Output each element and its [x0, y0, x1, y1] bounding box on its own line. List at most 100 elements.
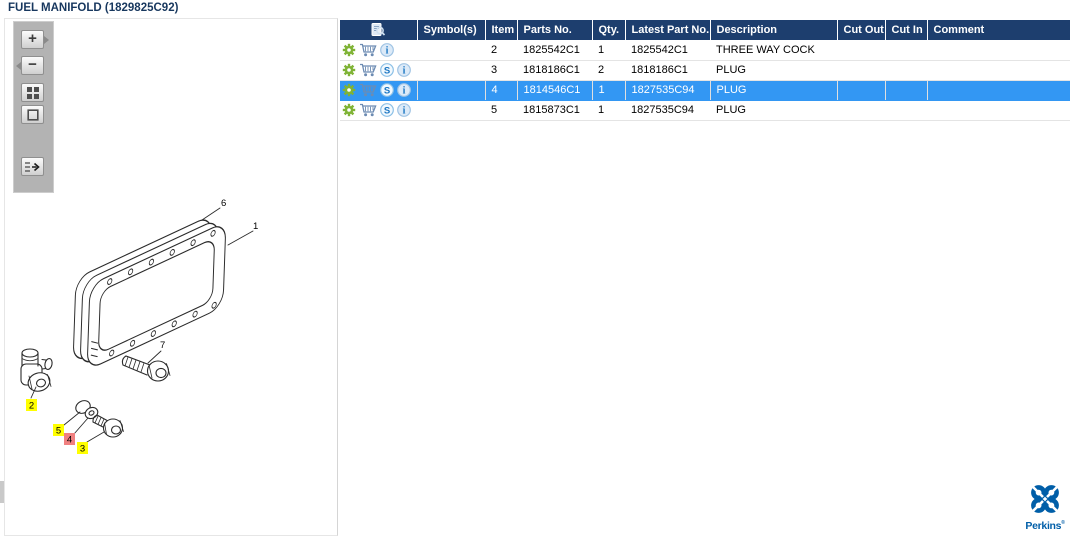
cell-item: 2	[485, 40, 517, 61]
tile-view-button[interactable]	[21, 83, 44, 102]
info-icon[interactable]	[397, 103, 411, 117]
cell-symbols	[417, 100, 485, 121]
info-icon[interactable]	[380, 43, 394, 57]
cell-qty: 2	[592, 60, 625, 81]
cell-parts-no: 1818186C1	[517, 60, 592, 81]
column-header-cut-in: Cut In	[885, 20, 928, 40]
row-actions	[340, 60, 417, 81]
cell-symbols	[417, 60, 485, 81]
callout-3[interactable]: 3	[77, 442, 88, 455]
callout-5[interactable]: 5	[53, 424, 64, 437]
cell-latest-part-no: 1818186C1	[625, 60, 710, 81]
square-outline-icon	[26, 108, 39, 121]
cell-description: PLUG	[710, 100, 837, 121]
parts-diagram: 6 1 7 2 5 4 3	[20, 198, 258, 455]
callout-2[interactable]: 2	[26, 399, 37, 412]
toggle-panel-button[interactable]	[21, 157, 44, 176]
cell-latest-part-no: 1825542C1	[625, 40, 710, 61]
cart-icon[interactable]	[359, 83, 377, 97]
cell-qty: 1	[592, 40, 625, 61]
column-header-latest-part-no: Latest Part No.	[625, 20, 711, 40]
cart-icon[interactable]	[359, 63, 377, 77]
supersession-icon[interactable]	[380, 63, 394, 77]
gear-icon[interactable]	[342, 83, 356, 97]
cell-description: PLUG	[710, 80, 838, 101]
info-icon[interactable]	[397, 83, 411, 97]
table-header-row: Symbol(s) Item Parts No. Qty. Latest Par…	[340, 20, 1070, 40]
cell-cut-in	[885, 60, 927, 81]
zoom-out-button[interactable]: −	[16, 56, 44, 75]
cart-icon[interactable]	[359, 103, 377, 117]
plug-bolt-3	[92, 414, 124, 438]
app-window: FUEL MANIFOLD (1829825C92) + − 6 1 7 2 5…	[0, 0, 1070, 536]
callout-7[interactable]: 7	[160, 340, 165, 351]
column-header-item: Item	[485, 20, 518, 40]
svg-text:5: 5	[56, 426, 61, 437]
minus-icon: −	[28, 56, 37, 73]
column-header-comment: Comment	[927, 20, 1070, 40]
perkins-logo-text: Perkins®	[1025, 520, 1065, 532]
cell-comment	[927, 100, 1070, 121]
cell-description: THREE WAY COCK	[710, 40, 837, 61]
cell-cut-out	[837, 60, 885, 81]
row-actions	[340, 80, 418, 101]
column-header-qty: Qty.	[592, 20, 626, 40]
callout-4[interactable]: 4	[64, 433, 75, 446]
plus-icon: +	[28, 30, 37, 47]
cell-parts-no: 1825542C1	[517, 40, 592, 61]
gear-icon[interactable]	[342, 43, 356, 57]
zoom-region-button[interactable]	[21, 105, 44, 124]
tiles-icon	[26, 86, 39, 99]
row-actions	[340, 100, 417, 121]
column-header-symbols: Symbol(s)	[417, 20, 486, 40]
pane-splitter-handle[interactable]	[0, 481, 4, 503]
cell-item: 3	[485, 60, 517, 81]
cell-cut-out	[837, 100, 885, 121]
cart-icon[interactable]	[359, 43, 377, 57]
cell-description: PLUG	[710, 60, 837, 81]
cell-item: 4	[485, 80, 518, 101]
callout-1[interactable]: 1	[253, 221, 258, 232]
bolt-7	[121, 355, 171, 382]
column-header-preview	[340, 20, 418, 40]
callout-6[interactable]: 6	[221, 198, 226, 209]
panel-arrow-icon	[25, 161, 40, 172]
cell-qty: 1	[592, 80, 626, 101]
manifold-plate	[73, 219, 226, 366]
gear-icon[interactable]	[342, 63, 356, 77]
cell-symbols	[417, 80, 486, 101]
svg-text:2: 2	[29, 401, 34, 412]
cell-comment	[927, 60, 1070, 81]
cell-cut-out	[837, 40, 885, 61]
cell-cut-in	[885, 80, 928, 101]
table-row[interactable]: 2 1825542C1 1 1825542C1 THREE WAY COCK	[340, 40, 1070, 61]
column-header-description: Description	[710, 20, 838, 40]
arrow-left-nub-icon	[16, 61, 21, 70]
column-header-cut-out: Cut Out	[837, 20, 886, 40]
cell-latest-part-no: 1827535C94	[625, 100, 710, 121]
cell-symbols	[417, 40, 485, 61]
titlebar: FUEL MANIFOLD (1829825C92)	[0, 0, 1070, 18]
cell-cut-out	[837, 80, 886, 101]
svg-text:3: 3	[80, 444, 85, 455]
gear-icon[interactable]	[342, 103, 356, 117]
preview-search-icon	[370, 22, 386, 38]
cell-comment	[927, 80, 1070, 101]
table-row[interactable]: 5 1815873C1 1 1827535C94 PLUG	[340, 100, 1070, 121]
table-row[interactable]: 3 1818186C1 2 1818186C1 PLUG	[340, 60, 1070, 81]
table-row-selected[interactable]: 4 1814546C1 1 1827535C94 PLUG	[340, 80, 1070, 101]
cell-qty: 1	[592, 100, 625, 121]
supersession-icon[interactable]	[380, 103, 394, 117]
cell-parts-no: 1814546C1	[517, 80, 593, 101]
svg-text:4: 4	[67, 435, 72, 446]
zoom-in-button[interactable]: +	[21, 30, 49, 49]
info-icon[interactable]	[397, 63, 411, 77]
parts-table: Symbol(s) Item Parts No. Qty. Latest Par…	[340, 20, 1070, 121]
cell-cut-in	[885, 40, 927, 61]
page-title: FUEL MANIFOLD (1829825C92)	[8, 2, 179, 14]
supersession-icon[interactable]	[380, 83, 394, 97]
cell-cut-in	[885, 100, 927, 121]
column-header-parts-no: Parts No.	[517, 20, 593, 40]
arrow-right-nub-icon	[44, 35, 49, 44]
row-actions	[340, 40, 417, 61]
